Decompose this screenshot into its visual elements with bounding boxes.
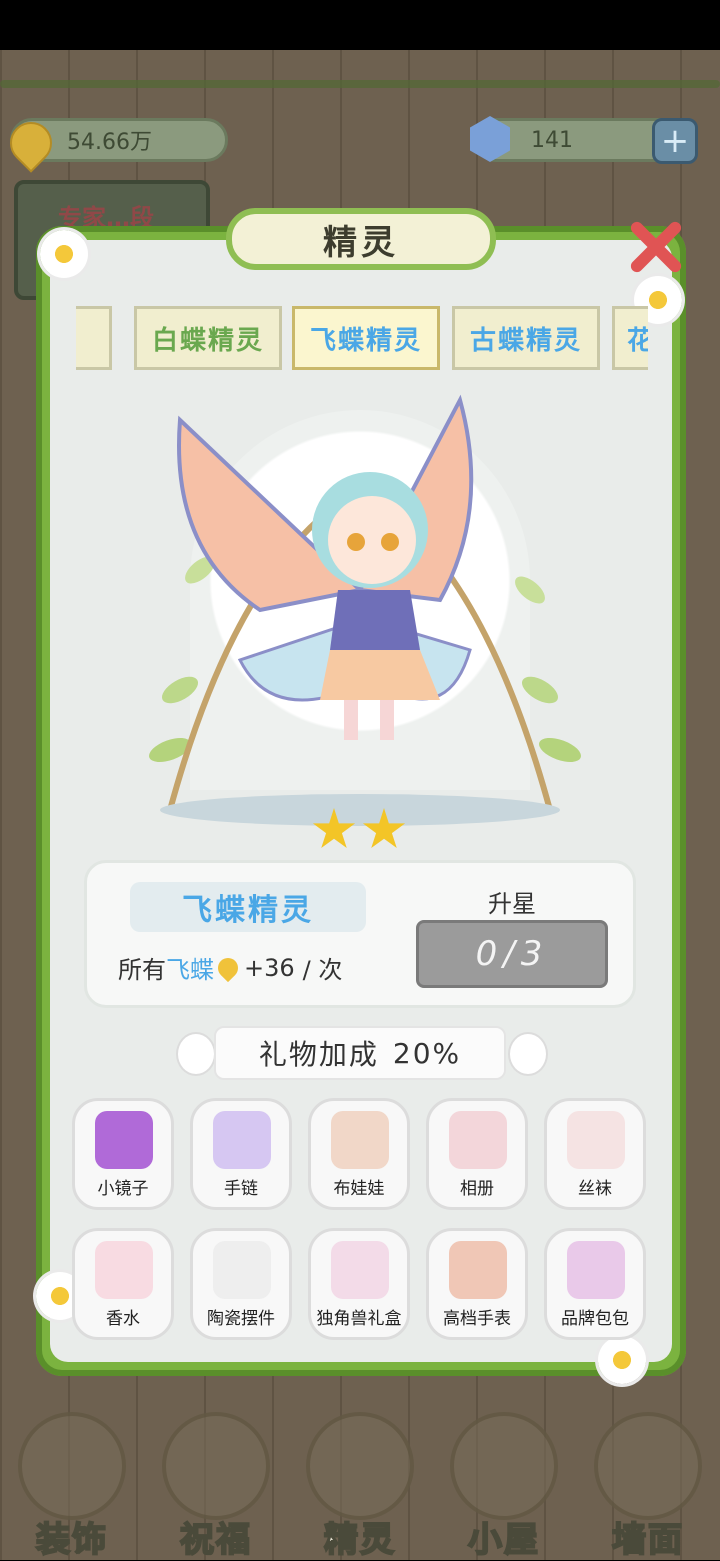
nav-label: 祝福 xyxy=(179,1519,252,1561)
effect-suffix: / 次 xyxy=(302,956,343,984)
gift-item-unicorn-box[interactable]: 独角兽礼盒 xyxy=(308,1228,410,1340)
nav-fairy: 精灵 xyxy=(300,1412,420,1561)
gold-drop-icon xyxy=(213,953,243,982)
ceramic-cat-icon xyxy=(213,1241,271,1299)
gift-label: 相册 xyxy=(460,1179,494,1199)
fairy-effect: 所有 飞蝶 +36 / 次 xyxy=(118,950,342,985)
bell-icon xyxy=(594,1412,702,1520)
nav-label: 精灵 xyxy=(323,1519,396,1561)
tab-fairy-2[interactable]: 飞蝶精灵 xyxy=(292,306,440,370)
nav-decorate: 装饰 xyxy=(12,1412,132,1561)
gift-bonus: 礼物加成 20% xyxy=(214,1026,506,1080)
daisy-flower-icon xyxy=(40,230,88,278)
gift-label: 独角兽礼盒 xyxy=(316,1309,402,1329)
star-icon xyxy=(312,808,356,849)
daisy-flower-icon xyxy=(598,1336,646,1384)
coins-value: 54.66万 xyxy=(67,130,152,155)
bracelet-icon xyxy=(213,1111,271,1169)
plant-pot-icon xyxy=(18,1412,126,1520)
house-icon xyxy=(450,1412,558,1520)
gift-item-mirror[interactable]: 小镜子 xyxy=(72,1098,174,1210)
gift-label: 香水 xyxy=(106,1309,140,1329)
rag-doll-icon xyxy=(331,1111,389,1169)
character-stage xyxy=(110,390,610,830)
tab-fairy-1[interactable]: 白蝶精灵 xyxy=(134,306,282,370)
perfume-icon xyxy=(95,1241,153,1299)
fairy-icon xyxy=(306,1412,414,1520)
wing-left-decoration xyxy=(176,1032,216,1076)
tab-fairy-0[interactable]: 灵 xyxy=(76,306,112,370)
tab-label: 古蝶精灵 xyxy=(469,325,582,356)
tab-label: 花 xyxy=(627,325,648,356)
tab-fairy-3[interactable]: 古蝶精灵 xyxy=(452,306,600,370)
tab-fairy-4[interactable]: 花 xyxy=(612,306,648,370)
nav-label: 墙面 xyxy=(611,1519,684,1561)
panel-title: 精灵 xyxy=(226,208,496,270)
gift-label: 手链 xyxy=(224,1179,258,1199)
butterfly-icon xyxy=(162,1412,270,1520)
gift-item-album[interactable]: 相册 xyxy=(426,1098,528,1210)
nav-blessing: 祝福 xyxy=(156,1412,276,1561)
gift-label: 布娃娃 xyxy=(333,1179,385,1199)
gift-item-ceramic[interactable]: 陶瓷摆件 xyxy=(190,1228,292,1340)
star-icon xyxy=(362,808,406,849)
tab-label: 灵 xyxy=(76,320,78,357)
gift-item-handbag[interactable]: 品牌包包 xyxy=(544,1228,646,1340)
effect-prefix: 所有 xyxy=(118,956,166,984)
handbag-icon xyxy=(567,1241,625,1299)
add-gems-button[interactable]: + xyxy=(652,118,698,164)
star-rating xyxy=(312,808,412,852)
gift-item-bracelet[interactable]: 手链 xyxy=(190,1098,292,1210)
tab-label: 白蝶精灵 xyxy=(151,325,264,356)
nav-cottage: 小屋 xyxy=(444,1412,564,1561)
gift-label: 品牌包包 xyxy=(561,1309,629,1329)
gift-label: 陶瓷摆件 xyxy=(207,1309,275,1329)
gift-bonus-label: 礼物加成 xyxy=(258,1038,379,1071)
photo-album-icon xyxy=(449,1111,507,1169)
nav-label: 小屋 xyxy=(467,1519,540,1561)
hand-mirror-icon xyxy=(95,1111,153,1169)
gift-item-doll[interactable]: 布娃娃 xyxy=(308,1098,410,1210)
gift-item-watch[interactable]: 高档手表 xyxy=(426,1228,528,1340)
upgrade-progress: 0/3 xyxy=(475,934,549,974)
close-x-icon[interactable] xyxy=(622,214,688,280)
stockings-icon xyxy=(567,1111,625,1169)
gems-value: 141 xyxy=(531,127,573,153)
gift-bonus-value: 20% xyxy=(392,1036,462,1070)
upgrade-star-label: 升星 xyxy=(488,890,536,918)
wristwatch-icon xyxy=(449,1241,507,1299)
unicorn-box-icon xyxy=(331,1241,389,1299)
fairy-name: 飞蝶精灵 xyxy=(130,882,366,932)
nav-wall: 墙面 xyxy=(588,1412,708,1561)
butterfly-fairy-illustration xyxy=(149,394,581,826)
fairy-tabs: 灵 白蝶精灵 飞蝶精灵 古蝶精灵 花 xyxy=(76,304,648,374)
gift-label: 高档手表 xyxy=(443,1309,511,1329)
gift-item-perfume[interactable]: 香水 xyxy=(72,1228,174,1340)
gift-label: 丝袜 xyxy=(578,1179,612,1199)
effect-target: 飞蝶 xyxy=(166,956,214,984)
tab-label: 飞蝶精灵 xyxy=(309,325,422,356)
gift-label: 小镜子 xyxy=(97,1179,149,1199)
effect-amount: +36 xyxy=(244,953,295,982)
nav-label: 装饰 xyxy=(35,1519,108,1561)
gift-item-stockings[interactable]: 丝袜 xyxy=(544,1098,646,1210)
upgrade-star-button[interactable]: 0/3 xyxy=(416,920,608,988)
wing-right-decoration xyxy=(508,1032,548,1076)
